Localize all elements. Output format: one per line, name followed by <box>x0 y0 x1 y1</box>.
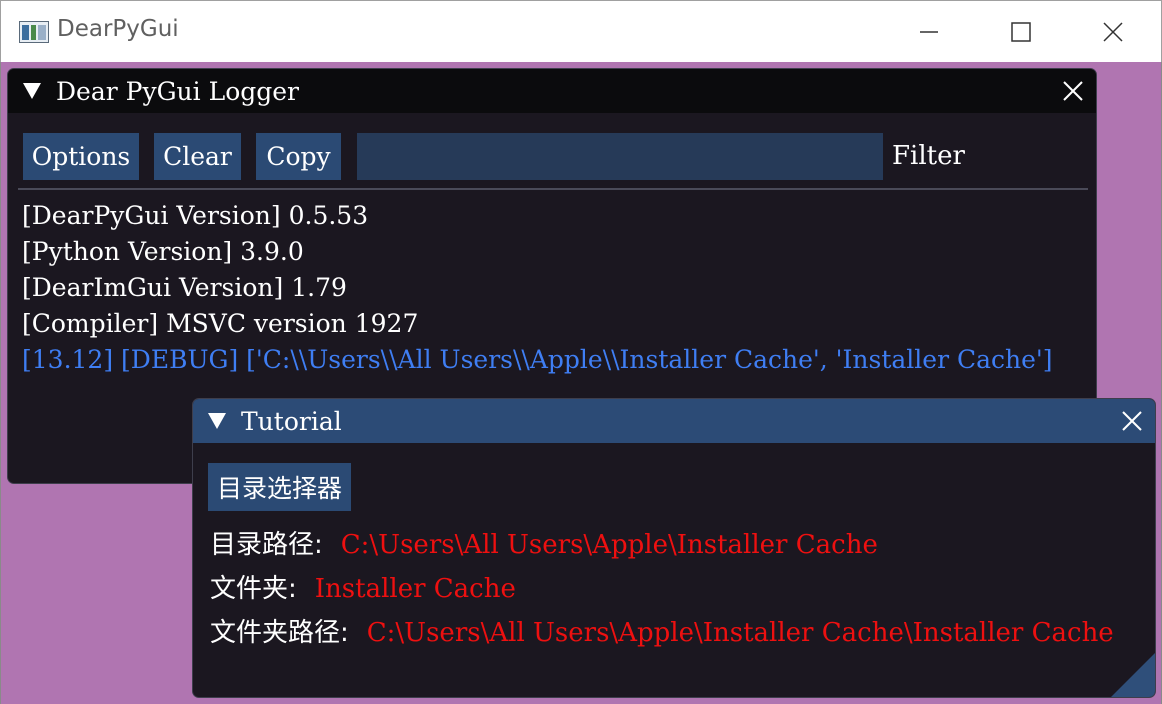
os-window-title: DearPyGui <box>57 16 179 42</box>
field-value: C:\Users\All Users\Apple\Installer Cache… <box>366 618 1114 648</box>
tutorial-title-bar[interactable]: Tutorial <box>193 399 1155 443</box>
minimize-icon <box>920 31 938 33</box>
minimize-button[interactable] <box>883 1 975 63</box>
log-line: [DearImGui Version] 1.79 <box>22 273 347 302</box>
log-line: [Python Version] 3.9.0 <box>22 237 304 266</box>
log-line: [DearPyGui Version] 0.5.53 <box>22 201 369 230</box>
logger-title-bar[interactable]: Dear PyGui Logger <box>8 69 1096 113</box>
close-icon[interactable] <box>1121 410 1143 432</box>
filter-label: Filter <box>892 141 965 171</box>
close-icon <box>1103 22 1123 42</box>
close-icon[interactable] <box>1062 80 1084 102</box>
clear-button[interactable]: Clear <box>154 133 241 180</box>
separator <box>18 188 1088 190</box>
tutorial-title: Tutorial <box>241 406 342 436</box>
collapse-triangle-icon[interactable] <box>22 81 42 101</box>
resize-grip-icon[interactable] <box>1111 653 1155 697</box>
maximize-button[interactable] <box>975 1 1067 63</box>
folder-path-row: 文件夹路径: C:\Users\All Users\Apple\Installer… <box>210 612 1114 649</box>
collapse-triangle-icon[interactable] <box>207 411 227 431</box>
close-window-button[interactable] <box>1067 1 1159 63</box>
directory-selector-button[interactable]: 目录选择器 <box>208 463 352 511</box>
log-line: [Compiler] MSVC version 1927 <box>22 309 419 338</box>
copy-button[interactable]: Copy <box>256 133 341 180</box>
tutorial-window: Tutorial 目录选择器 目录路径: C:\Users\All Users\A… <box>192 398 1156 698</box>
folder-row: 文件夹: Installer Cache <box>210 568 516 605</box>
field-value: Installer Cache <box>314 574 516 604</box>
filter-input[interactable] <box>357 133 883 180</box>
field-label: 文件夹: <box>210 574 297 604</box>
directory-path-row: 目录路径: C:\Users\All Users\Apple\Installer … <box>210 524 878 561</box>
options-button[interactable]: Options <box>23 133 139 180</box>
os-title-bar: DearPyGui <box>0 0 1162 62</box>
field-label: 文件夹路径: <box>210 618 349 648</box>
logger-title: Dear PyGui Logger <box>56 76 300 106</box>
maximize-icon <box>1011 22 1031 42</box>
field-value: C:\Users\All Users\Apple\Installer Cache <box>340 530 878 560</box>
log-line-debug: [13.12] [DEBUG] ['C:\\Users\\All Users\\… <box>22 345 1053 374</box>
field-label: 目录路径: <box>210 530 323 560</box>
app-icon <box>19 21 49 43</box>
